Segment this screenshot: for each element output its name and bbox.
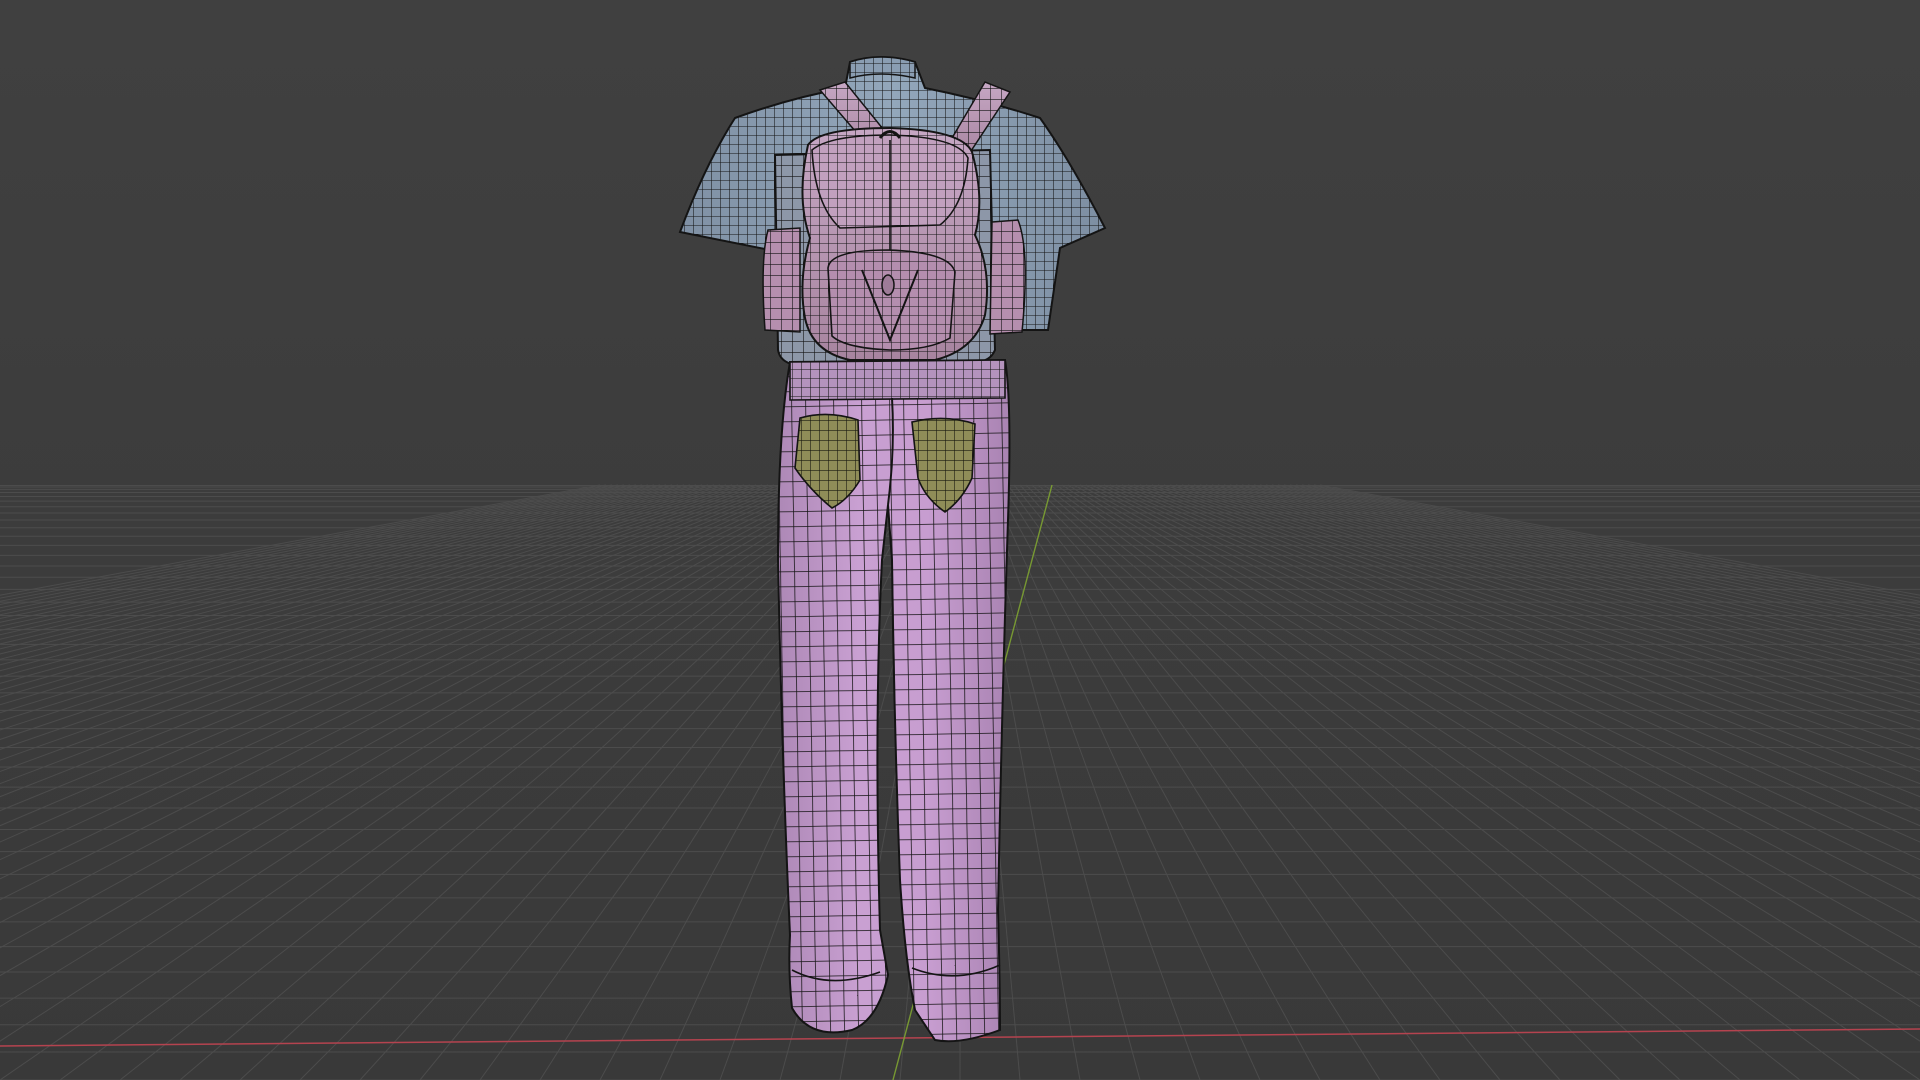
backpack-mesh[interactable] [762,126,1026,367]
3d-viewport[interactable] [0,0,1920,1080]
